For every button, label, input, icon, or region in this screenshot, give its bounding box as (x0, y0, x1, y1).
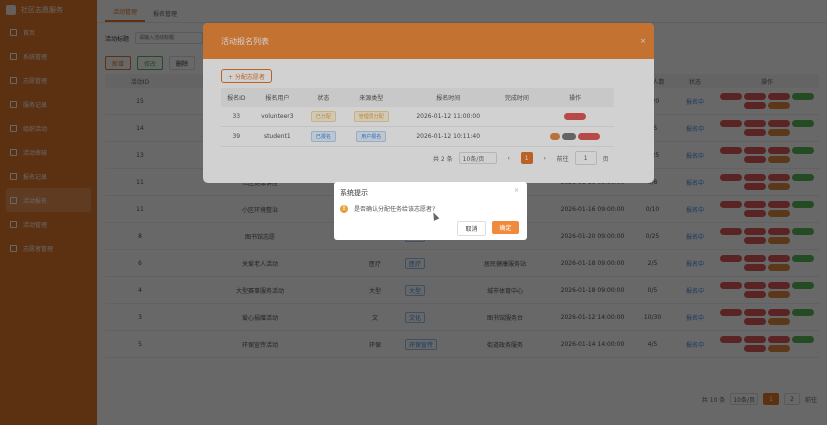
cancel-button[interactable]: 取消 (457, 221, 486, 236)
confirm-message: 是否确认分配任务给该志愿者? (354, 206, 436, 213)
confirm-close-icon[interactable]: × (514, 187, 519, 194)
confirm-dialog: 系统提示 × ! 是否确认分配任务给该志愿者? 取消 确定 (334, 182, 527, 240)
confirm-ok-button[interactable]: 确定 (492, 221, 519, 234)
warning-icon: ! (340, 204, 348, 213)
confirm-message-row: ! 是否确认分配任务给该志愿者? (340, 204, 435, 213)
confirm-title: 系统提示 (340, 189, 368, 197)
